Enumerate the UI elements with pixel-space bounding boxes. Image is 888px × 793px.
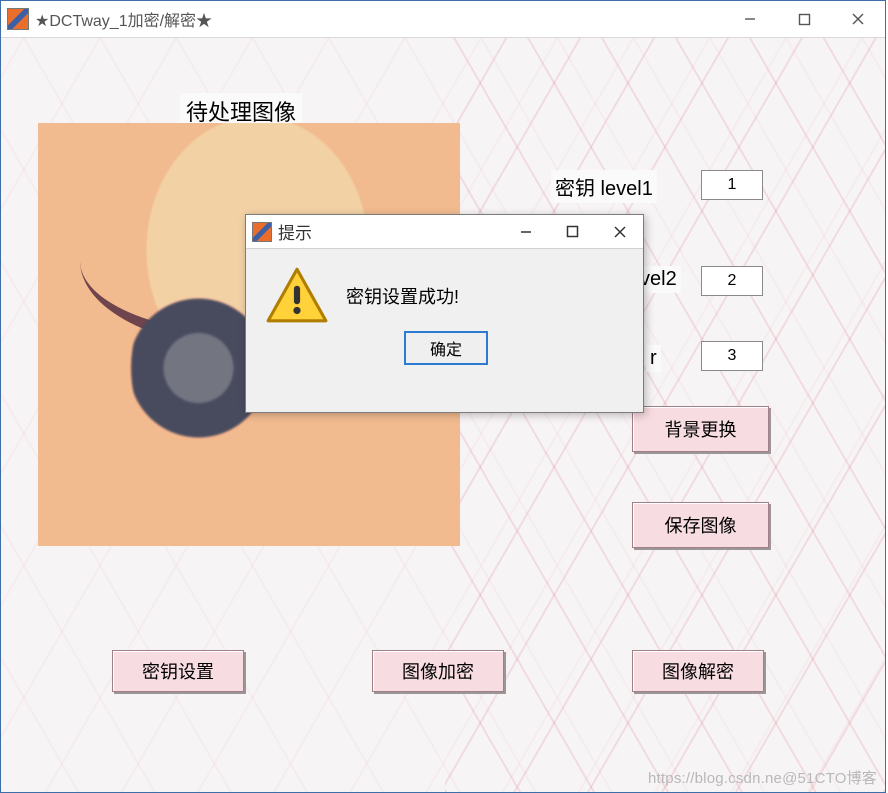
key-level2-input[interactable]: 2 xyxy=(701,266,763,296)
dialog-body: 密钥设置成功! 确定 xyxy=(246,249,643,373)
watermark: https://blog.csdn.ne@51CTO博客 xyxy=(648,767,877,788)
key-level1-input[interactable]: 1 xyxy=(701,170,763,200)
dialog-ok-button[interactable]: 确定 xyxy=(404,331,488,365)
key-level1-label: 密钥 level1 xyxy=(551,170,657,203)
dialog-close-button[interactable] xyxy=(596,215,643,248)
save-image-button[interactable]: 保存图像 xyxy=(632,502,769,548)
maximize-button[interactable] xyxy=(777,1,831,37)
dialog-title: 提示 xyxy=(278,219,502,244)
dialog-maximize-button[interactable] xyxy=(549,215,596,248)
warning-icon xyxy=(264,265,330,325)
change-background-button[interactable]: 背景更换 xyxy=(632,406,769,452)
minimize-button[interactable] xyxy=(723,1,777,37)
key-level3-input[interactable]: 3 xyxy=(701,341,763,371)
encrypt-image-button[interactable]: 图像加密 xyxy=(372,650,504,692)
matlab-icon xyxy=(7,8,29,30)
matlab-icon xyxy=(252,222,272,242)
window-controls xyxy=(723,1,885,37)
message-dialog: 提示 密钥设置成功! xyxy=(245,214,644,413)
dialog-minimize-button[interactable] xyxy=(502,215,549,248)
dialog-titlebar: 提示 xyxy=(246,215,643,249)
key-settings-button[interactable]: 密钥设置 xyxy=(112,650,244,692)
window-title: ★DCTway_1加密/解密★ xyxy=(35,7,723,31)
main-window: ★DCTway_1加密/解密★ 待处理图像 密钥 level1 1 vel2 xyxy=(0,0,886,793)
client-area: 待处理图像 密钥 level1 1 vel2 2 r 3 背景更换 保存图像 密… xyxy=(1,38,885,792)
decrypt-image-button[interactable]: 图像解密 xyxy=(632,650,764,692)
key-level3-label: r xyxy=(646,345,661,372)
titlebar: ★DCTway_1加密/解密★ xyxy=(1,1,885,38)
close-button[interactable] xyxy=(831,1,885,37)
dialog-message: 密钥设置成功! xyxy=(346,283,459,309)
